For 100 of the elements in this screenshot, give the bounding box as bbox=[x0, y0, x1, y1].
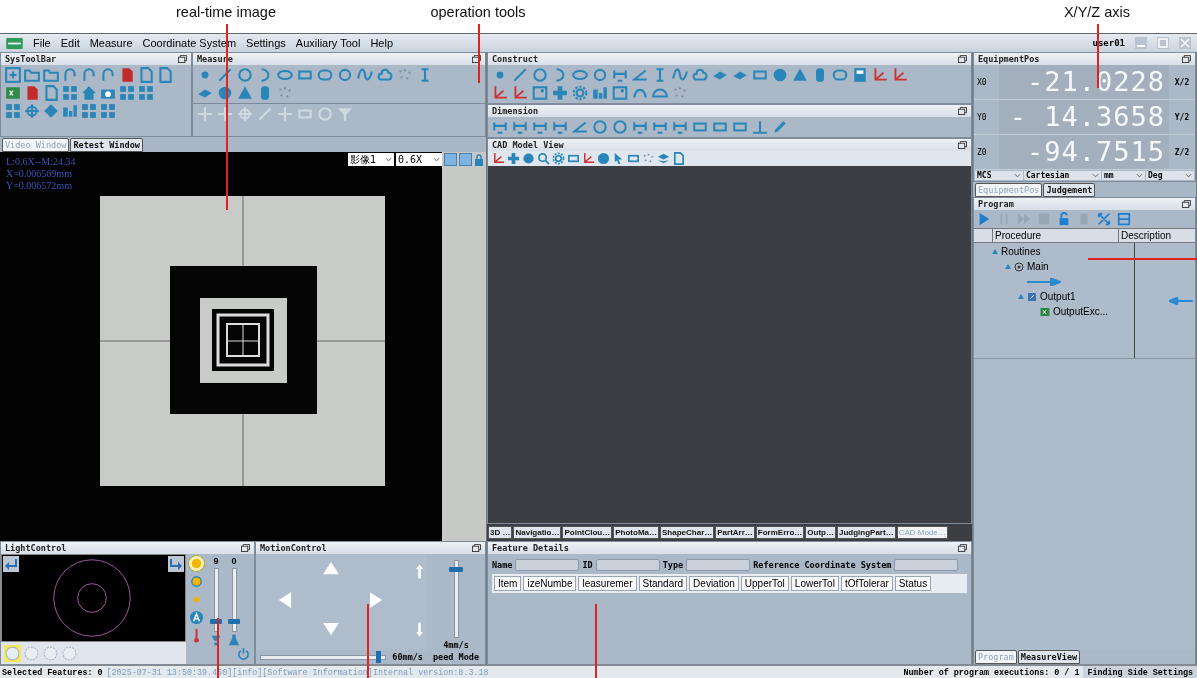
slider-thumb[interactable] bbox=[227, 618, 240, 624]
perpendicular-icon[interactable] bbox=[752, 119, 768, 135]
menu-item[interactable]: File bbox=[33, 37, 51, 49]
dimension-icon[interactable] bbox=[632, 119, 648, 135]
light-source-icon[interactable] bbox=[188, 556, 204, 571]
dimension-icon[interactable] bbox=[552, 119, 568, 135]
dimension-icon[interactable] bbox=[492, 119, 508, 135]
speed-slider[interactable] bbox=[260, 654, 387, 660]
wave-icon[interactable] bbox=[672, 67, 688, 83]
slider-thumb[interactable] bbox=[209, 618, 222, 624]
dimension-icon[interactable] bbox=[652, 119, 668, 135]
axes-icon[interactable] bbox=[582, 152, 595, 165]
column-header[interactable]: tOfTolerar bbox=[840, 576, 893, 591]
z-up-arrow-icon[interactable] bbox=[416, 564, 423, 579]
crosshair-icon[interactable] bbox=[24, 103, 40, 119]
tab[interactable]: PointClou… bbox=[562, 526, 613, 539]
axis-half-button[interactable]: Z/2 bbox=[1169, 147, 1195, 157]
tab[interactable]: FormErro… bbox=[755, 526, 805, 539]
line-icon[interactable] bbox=[512, 67, 528, 83]
selector-dropdown[interactable]: MCS bbox=[975, 171, 1023, 180]
cross-icon[interactable] bbox=[197, 106, 213, 122]
column-header[interactable]: izeNumbe bbox=[523, 576, 577, 591]
sphere-icon[interactable] bbox=[522, 152, 535, 165]
cloud-icon[interactable] bbox=[377, 67, 393, 83]
circle-icon[interactable] bbox=[237, 67, 253, 83]
up-arrow-icon[interactable] bbox=[322, 561, 340, 575]
ring-mode-icon[interactable] bbox=[23, 644, 40, 662]
menu-item[interactable]: Help bbox=[370, 37, 394, 49]
restore-icon[interactable] bbox=[178, 55, 187, 63]
layers-icon[interactable] bbox=[657, 152, 670, 165]
restore-icon[interactable] bbox=[958, 141, 967, 149]
tab[interactable]: ShapeChar… bbox=[660, 526, 715, 539]
sphere-icon[interactable] bbox=[217, 85, 233, 101]
bars-icon[interactable] bbox=[62, 103, 78, 119]
tab[interactable]: JudgingPart… bbox=[836, 526, 896, 539]
menu-item[interactable]: Settings bbox=[246, 37, 286, 49]
down-arrow-icon[interactable] bbox=[322, 622, 340, 636]
axis-half-button[interactable]: Y/2 bbox=[1169, 112, 1195, 122]
diamond-icon[interactable] bbox=[43, 103, 59, 119]
expand-icon[interactable] bbox=[1005, 264, 1011, 269]
restore-icon[interactable] bbox=[958, 55, 967, 63]
grid-icon[interactable] bbox=[138, 85, 154, 101]
collapse-icon[interactable] bbox=[1117, 212, 1131, 226]
column-header[interactable]: leasuremer bbox=[578, 576, 637, 591]
settings-label[interactable]: Finding Side Settings bbox=[1083, 666, 1197, 678]
restore-icon[interactable] bbox=[472, 544, 481, 552]
hook-icon[interactable] bbox=[81, 67, 97, 83]
selector-dropdown[interactable]: mm bbox=[1101, 171, 1146, 180]
circle-icon[interactable] bbox=[612, 119, 628, 135]
rotate-left-icon[interactable] bbox=[3, 556, 19, 572]
input-field[interactable] bbox=[894, 559, 959, 571]
restore-icon[interactable] bbox=[1182, 200, 1191, 208]
slider-thumb[interactable] bbox=[448, 567, 463, 573]
plus-icon[interactable] bbox=[552, 85, 568, 101]
circle-icon[interactable] bbox=[592, 119, 608, 135]
grid-icon[interactable] bbox=[81, 103, 97, 119]
input-field[interactable] bbox=[515, 559, 580, 571]
grid-icon[interactable] bbox=[62, 85, 78, 101]
bars-icon[interactable] bbox=[592, 85, 608, 101]
tab[interactable]: MeasureView bbox=[1017, 650, 1081, 664]
rect-icon[interactable] bbox=[567, 152, 580, 165]
slider-thumb[interactable] bbox=[376, 650, 382, 663]
auto-icon[interactable] bbox=[188, 610, 204, 625]
view-toggle[interactable] bbox=[444, 153, 457, 166]
z-down-arrow-icon[interactable] bbox=[416, 622, 423, 637]
column-header[interactable]: Status bbox=[894, 576, 932, 591]
camera-dropdown[interactable]: 影像1 bbox=[348, 153, 394, 166]
axes-icon[interactable] bbox=[512, 85, 528, 101]
axes-icon[interactable] bbox=[892, 67, 908, 83]
column-header[interactable]: Procedure bbox=[993, 229, 1119, 242]
hook-icon[interactable] bbox=[62, 67, 78, 83]
home-icon[interactable] bbox=[81, 85, 97, 101]
search-icon[interactable] bbox=[537, 152, 550, 165]
column-header[interactable]: UpperTol bbox=[740, 576, 789, 591]
rotate-right-icon[interactable] bbox=[168, 556, 184, 572]
folder-icon[interactable] bbox=[24, 67, 40, 83]
column-header[interactable]: Description bbox=[1119, 229, 1195, 242]
ring-icon[interactable] bbox=[592, 67, 608, 83]
column-header[interactable]: Standard bbox=[638, 576, 688, 591]
tab[interactable]: Navigatio… bbox=[513, 526, 562, 539]
funnel-icon[interactable] bbox=[337, 106, 353, 122]
light-source-icon[interactable] bbox=[188, 574, 204, 589]
rounded-icon[interactable] bbox=[832, 67, 848, 83]
angle-icon[interactable] bbox=[632, 67, 648, 83]
expand-icon[interactable] bbox=[1097, 212, 1111, 226]
input-field[interactable] bbox=[686, 559, 751, 571]
restore-icon[interactable] bbox=[958, 107, 967, 115]
ring-mode-icon[interactable] bbox=[42, 644, 59, 662]
tab[interactable]: Outp… bbox=[805, 526, 836, 539]
angle-icon[interactable] bbox=[572, 119, 588, 135]
ring-mode-icon[interactable] bbox=[4, 644, 21, 662]
rounded-icon[interactable] bbox=[317, 67, 333, 83]
cross-icon[interactable] bbox=[217, 106, 233, 122]
restore-icon[interactable] bbox=[958, 544, 967, 552]
dimension-icon[interactable] bbox=[672, 119, 688, 135]
tab[interactable]: 3D … bbox=[488, 526, 513, 539]
pdf-icon[interactable] bbox=[24, 85, 40, 101]
maximize-icon[interactable] bbox=[1157, 37, 1169, 49]
folder-icon[interactable] bbox=[43, 67, 59, 83]
cone-icon[interactable] bbox=[792, 67, 808, 83]
